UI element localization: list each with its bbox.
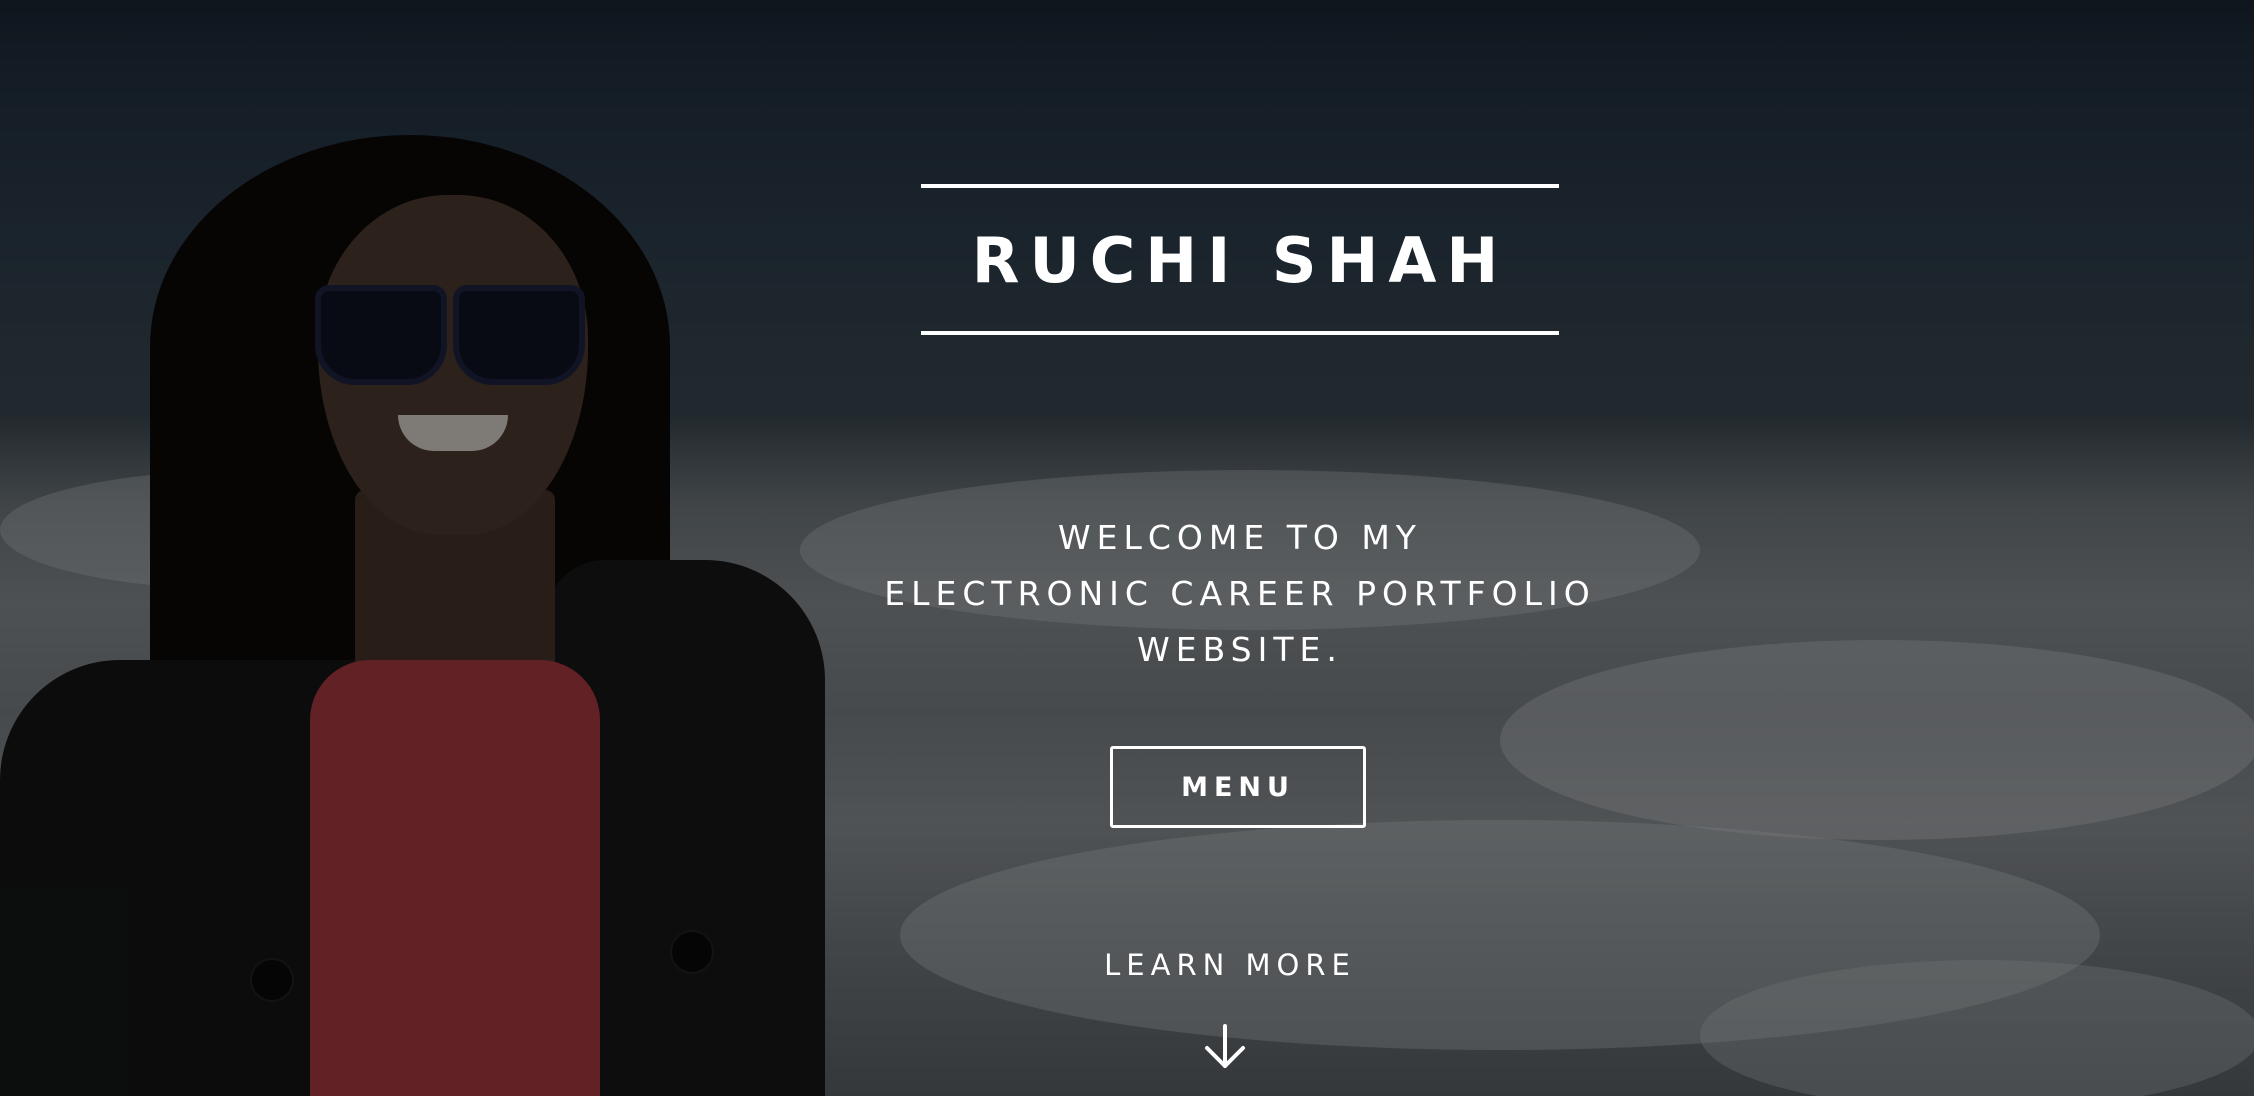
menu-button[interactable]: MENU <box>1110 746 1366 828</box>
welcome-line-1: WELCOME TO MY <box>1058 518 1422 557</box>
title-top-rule <box>921 184 1559 188</box>
learn-more-link[interactable]: LEARN MORE <box>1000 948 1460 982</box>
welcome-line-3: WEBSITE. <box>1137 630 1343 669</box>
welcome-line-2: ELECTRONIC CAREER PORTFOLIO <box>884 574 1596 613</box>
welcome-text: WELCOME TO MY ELECTRONIC CAREER PORTFOLI… <box>770 510 1710 678</box>
title-bottom-rule <box>921 331 1559 335</box>
hero-content: RUCHI SHAH WELCOME TO MY ELECTRONIC CARE… <box>0 0 2254 1096</box>
arrow-down-icon[interactable] <box>1203 1024 1247 1070</box>
site-title: RUCHI SHAH <box>971 224 1509 297</box>
hero-section: RUCHI SHAH WELCOME TO MY ELECTRONIC CARE… <box>0 0 2254 1096</box>
